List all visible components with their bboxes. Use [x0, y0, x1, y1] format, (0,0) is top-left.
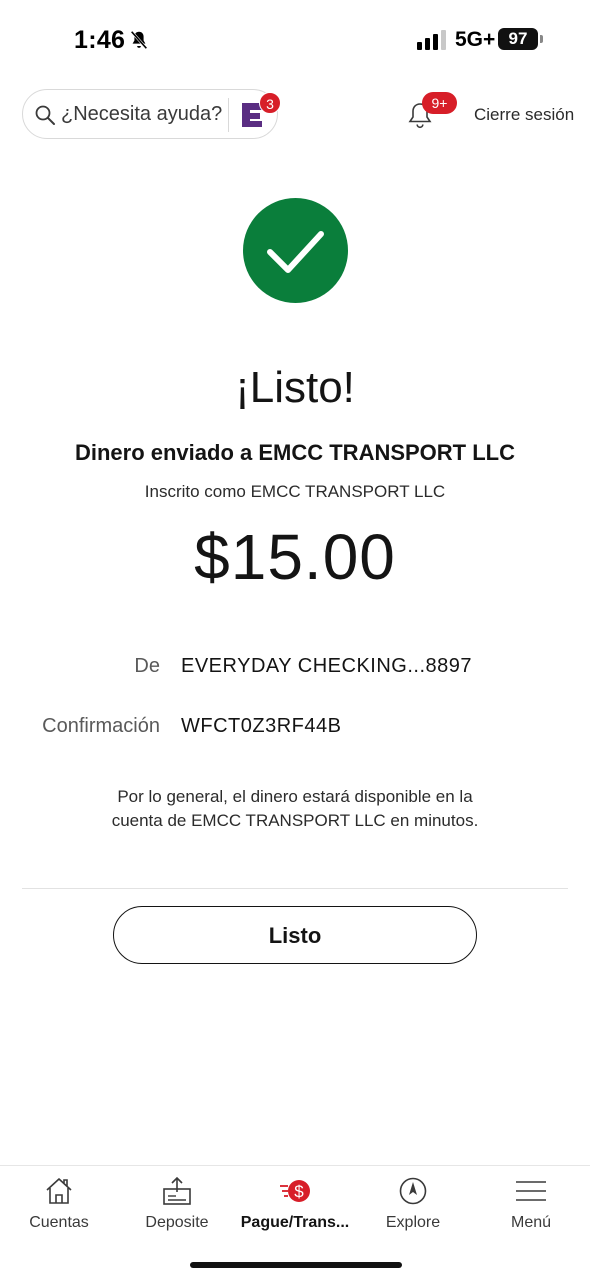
battery-level: 97	[498, 28, 538, 50]
pay-transfer-icon: $	[280, 1180, 310, 1202]
from-account-value: EVERYDAY CHECKING...8897	[181, 655, 473, 677]
nav-item-menu[interactable]: Menú	[472, 1166, 590, 1246]
bell-slash-icon	[130, 30, 148, 50]
from-account-label: De	[134, 655, 160, 677]
nav-item-deposit[interactable]: Deposite	[118, 1166, 236, 1246]
compass-icon	[399, 1177, 427, 1205]
logout-link[interactable]: Cierre sesión	[474, 105, 574, 125]
confirmation-number-label: Confirmación	[42, 715, 160, 737]
nav-item-accounts[interactable]: Cuentas	[0, 1166, 118, 1246]
transfer-amount: $15.00	[194, 521, 396, 593]
content-divider	[22, 888, 568, 889]
search-icon	[35, 105, 55, 125]
notifications-badge: 9+	[422, 92, 457, 114]
menu-icon	[516, 1181, 546, 1201]
network-type: 5G+	[455, 28, 496, 51]
nav-item-explore[interactable]: Explore	[354, 1166, 472, 1246]
deposit-icon	[163, 1176, 191, 1205]
battery-cap	[540, 35, 543, 43]
status-time: 1:46	[74, 26, 126, 54]
availability-note-line-1: Por lo general, el dinero estará disponi…	[117, 787, 473, 806]
nav-item-pay-transfer[interactable]: $ Pague/Trans...	[236, 1166, 354, 1246]
pill-divider	[228, 98, 229, 132]
availability-note: Por lo general, el dinero estará disponi…	[0, 785, 590, 833]
nav-label-menu: Menú	[510, 1214, 552, 1231]
confirmation-number-value: WFCT0Z3RF44B	[181, 715, 342, 737]
success-check-icon	[243, 198, 348, 303]
svg-text:$: $	[294, 1182, 304, 1201]
confirmation-subtitle: Dinero enviado a EMCC TRANSPORT LLC	[74, 440, 516, 465]
availability-note-line-2: cuenta de EMCC TRANSPORT LLC en minutos.	[111, 811, 479, 830]
confirmation-title: ¡Listo!	[235, 363, 355, 412]
home-indicator[interactable]	[190, 1262, 402, 1268]
search-placeholder[interactable]: ¿Necesita ayuda?	[61, 103, 222, 126]
search-assistant-pill[interactable]: ¿Necesita ayuda? 3	[22, 89, 281, 139]
nav-label-deposit: Deposite	[145, 1214, 209, 1231]
assistant-badge: 3	[259, 92, 281, 114]
status-bar: 1:46 5G+ 97	[0, 0, 590, 80]
nav-label-pay-transfer: Pague/Trans...	[240, 1214, 350, 1231]
nav-label-explore: Explore	[385, 1214, 441, 1231]
nav-label-accounts: Cuentas	[29, 1214, 89, 1231]
home-icon	[46, 1178, 72, 1204]
done-button[interactable]: Listo	[113, 906, 477, 964]
recipient-enrolled-as: Inscrito como EMCC TRANSPORT LLC	[144, 482, 446, 501]
cellular-signal-icon	[417, 30, 446, 50]
